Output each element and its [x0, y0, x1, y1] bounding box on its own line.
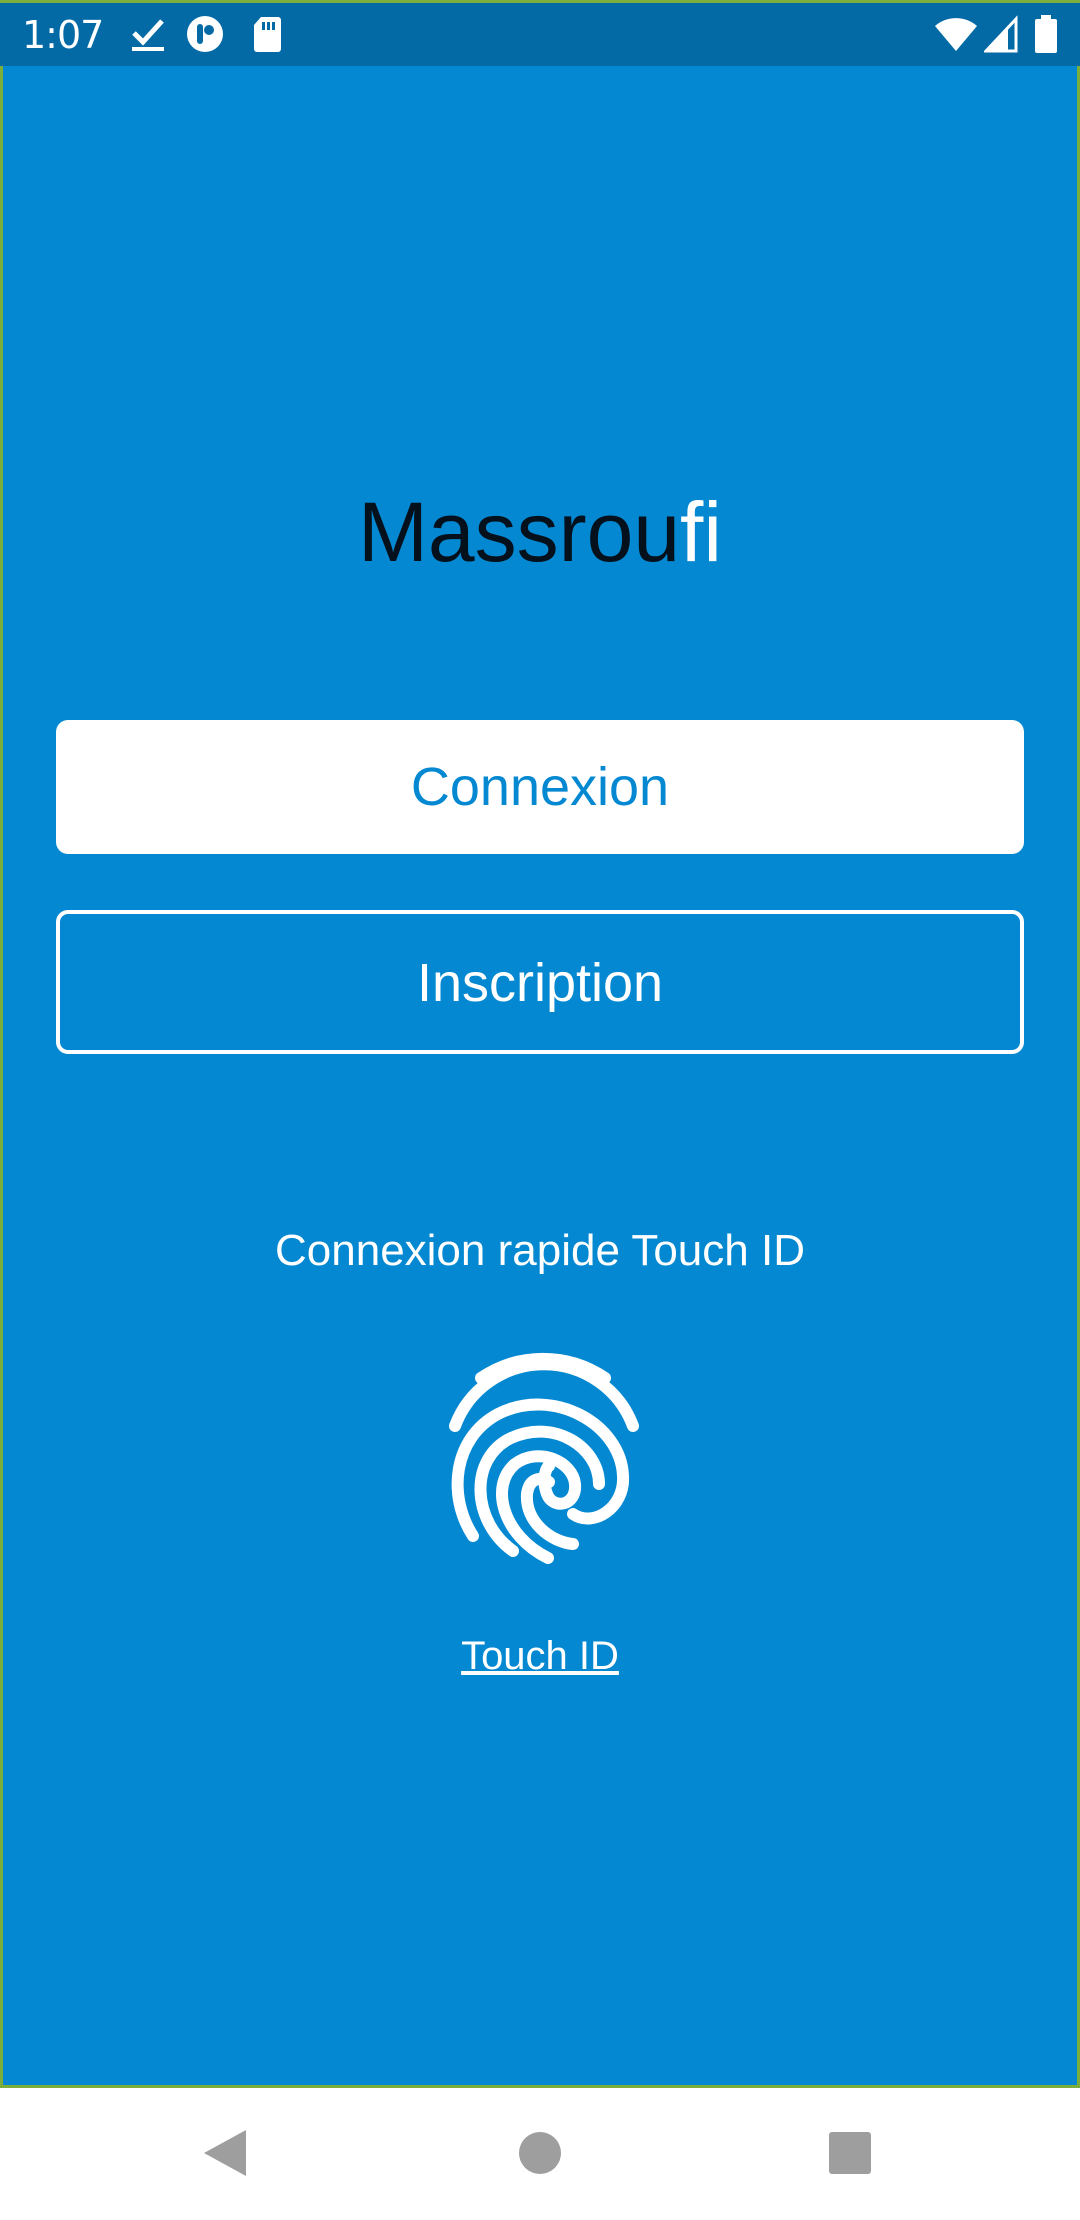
wifi-icon: [935, 18, 977, 51]
status-time: 1:07: [22, 13, 104, 57]
app-title-part-2: fi: [680, 485, 723, 579]
checkmark-download-icon: [132, 19, 164, 51]
back-icon[interactable]: [192, 2118, 262, 2188]
home-icon[interactable]: [505, 2118, 575, 2188]
login-button[interactable]: Connexion: [56, 720, 1024, 854]
fingerprint-icon[interactable]: [443, 1346, 643, 1566]
status-bar: 1:07: [0, 0, 1080, 66]
app-notification-icon: [187, 16, 223, 52]
app-title-part-1: Massrou: [357, 485, 681, 579]
screen: 1:07 Massroufi Connexion Inscription Con…: [0, 0, 1080, 2220]
cell-signal-icon: [984, 15, 1018, 53]
welcome-screen: Massroufi Connexion Inscription Connexio…: [0, 66, 1080, 2088]
signup-button[interactable]: Inscription: [56, 910, 1024, 1054]
navigation-bar: [0, 2088, 1080, 2220]
recents-icon[interactable]: [815, 2118, 885, 2188]
sd-card-icon: [254, 17, 281, 52]
app-title: Massroufi: [3, 484, 1077, 581]
battery-icon: [1035, 15, 1057, 53]
touch-id-link[interactable]: Touch ID: [3, 1634, 1077, 1679]
quick-login-label: Connexion rapide Touch ID: [275, 1226, 805, 1275]
